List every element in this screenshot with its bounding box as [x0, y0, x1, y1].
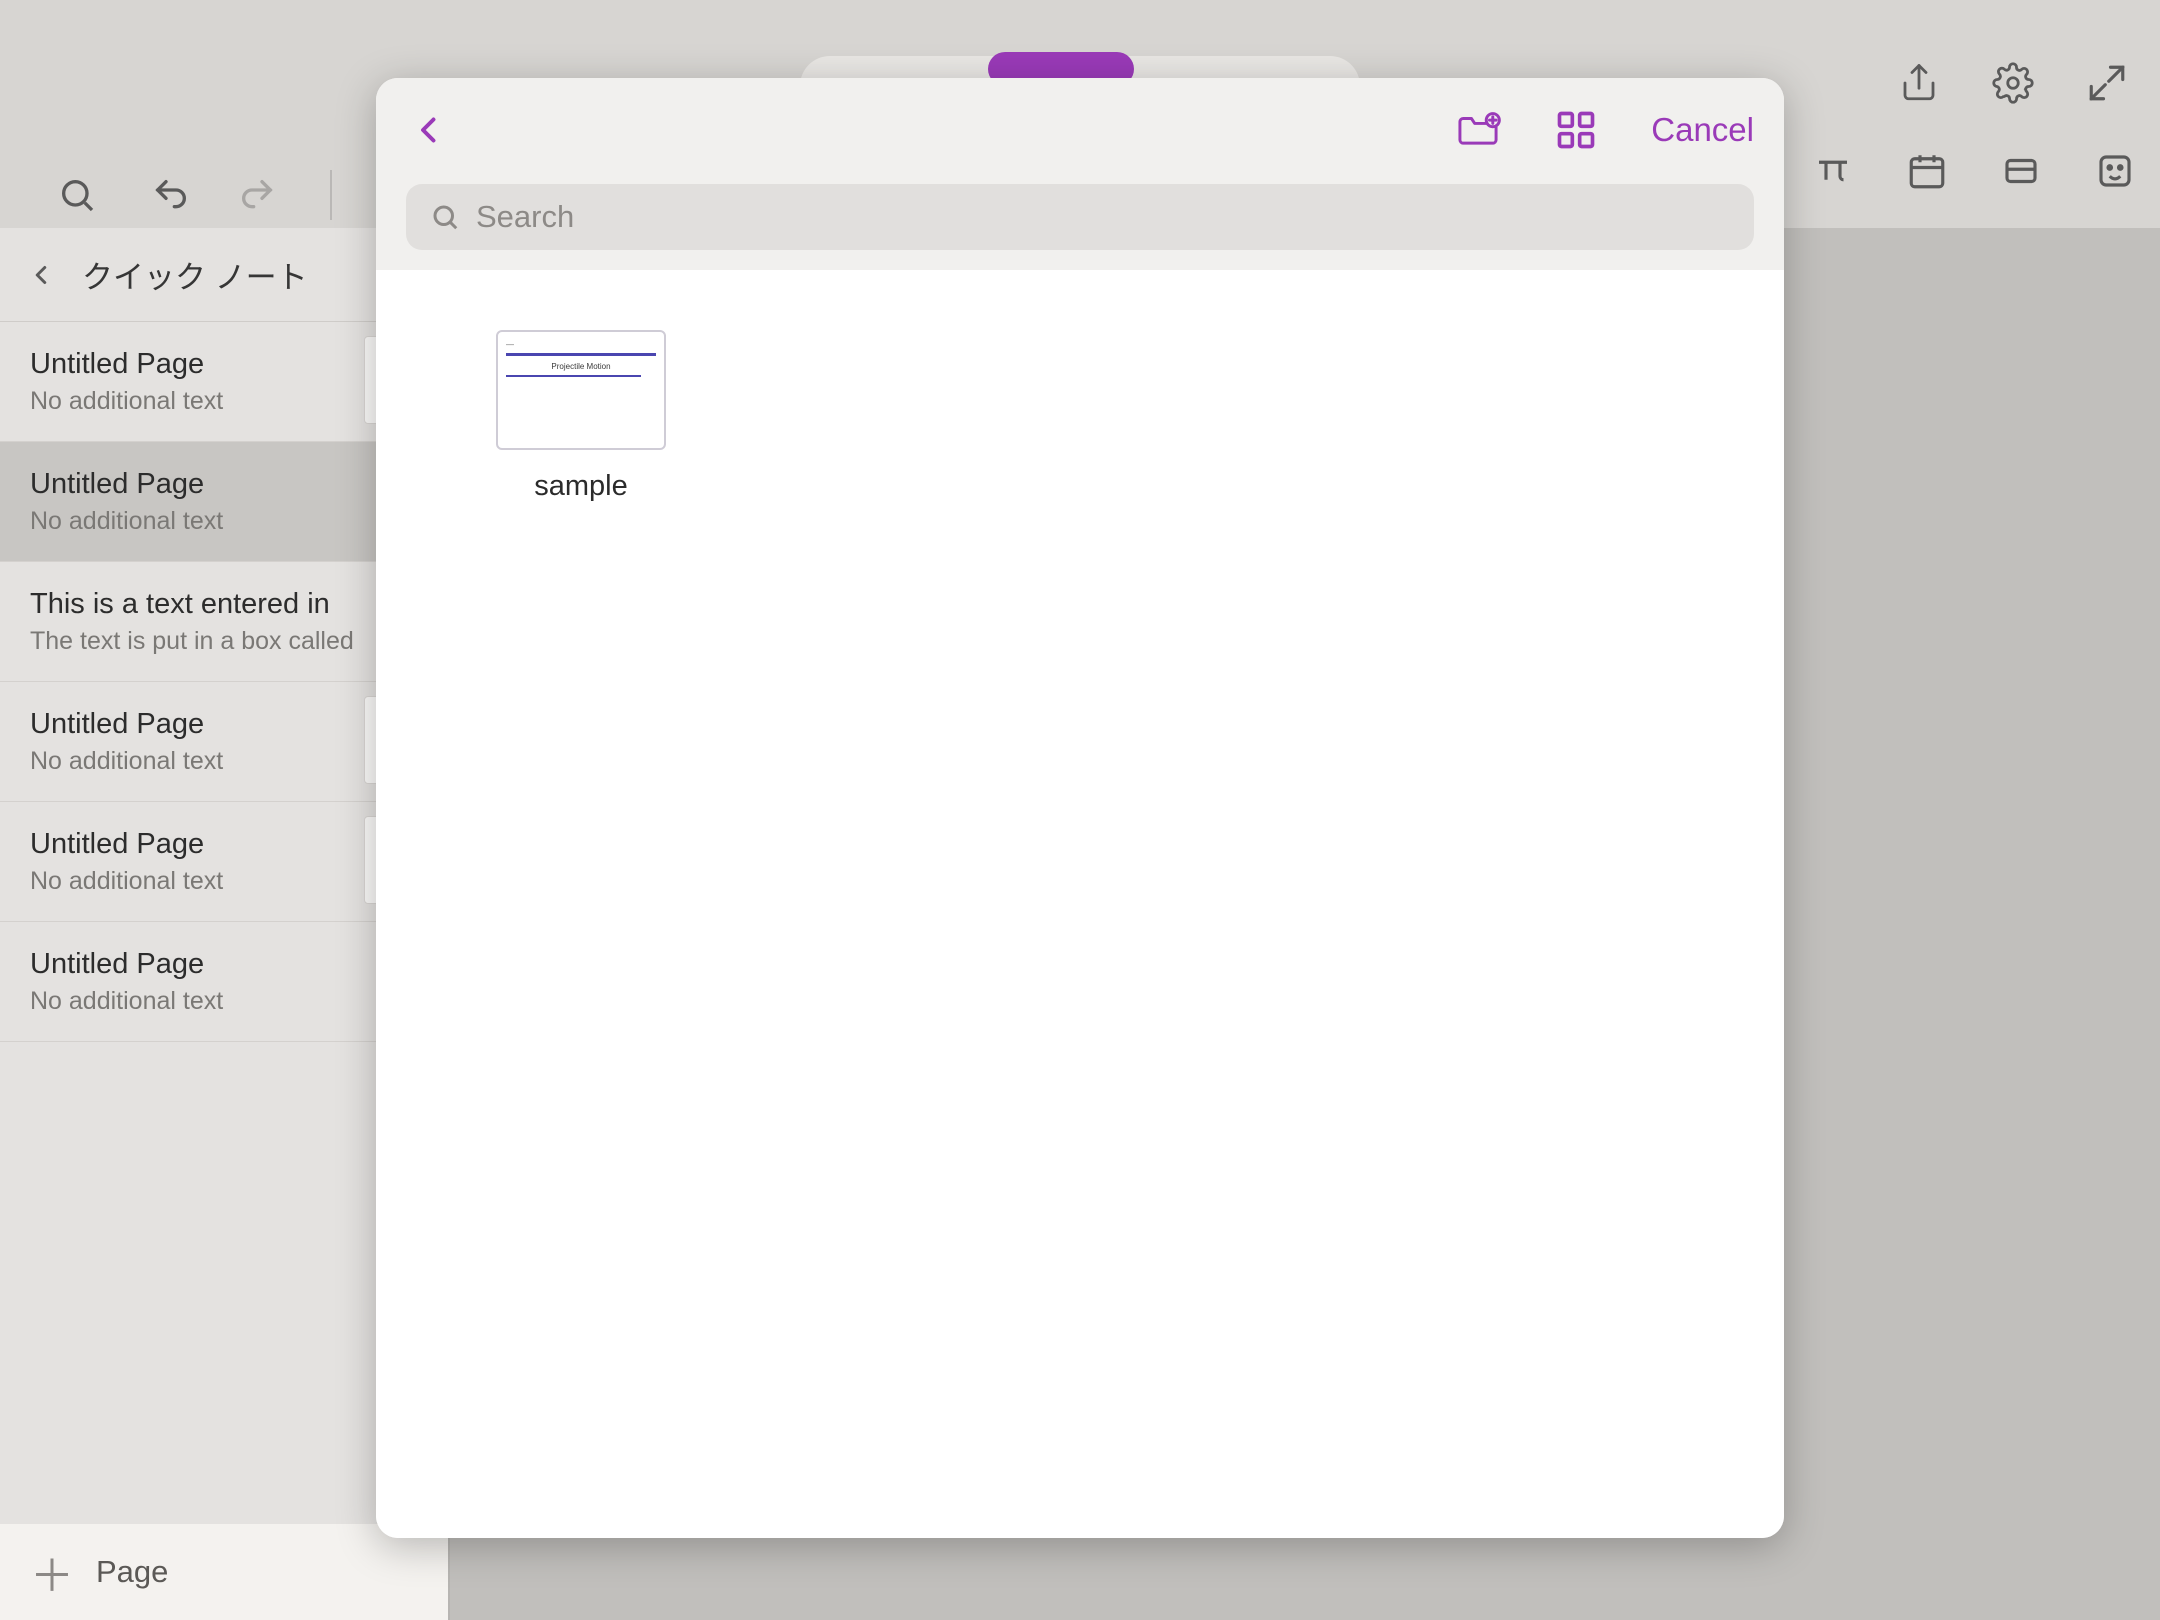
file-picker-modal: Cancel —Projectile Motion sample — [376, 78, 1784, 1538]
modal-top-right: Cancel — [1455, 107, 1754, 153]
modal-overlay[interactable]: Cancel —Projectile Motion sample — [0, 0, 2160, 1620]
app-root: Table クイック ノート Untitled PageNo additiona… — [0, 0, 2160, 1620]
modal-header: Cancel — [376, 78, 1784, 270]
modal-back-icon[interactable] — [406, 107, 452, 153]
new-folder-icon[interactable] — [1455, 107, 1501, 153]
cancel-button[interactable]: Cancel — [1651, 111, 1754, 149]
search-bar[interactable] — [406, 184, 1754, 250]
modal-top-row: Cancel — [406, 94, 1754, 166]
file-thumbnail: —Projectile Motion — [496, 330, 666, 450]
modal-body: —Projectile Motion sample — [376, 270, 1784, 1538]
file-grid: —Projectile Motion sample — [496, 330, 1664, 503]
file-item[interactable]: —Projectile Motion sample — [496, 330, 666, 503]
file-name: sample — [534, 470, 628, 503]
modal-top-left — [406, 107, 452, 153]
search-icon — [430, 202, 460, 232]
grid-view-icon[interactable] — [1553, 107, 1599, 153]
search-input[interactable] — [476, 199, 1730, 235]
